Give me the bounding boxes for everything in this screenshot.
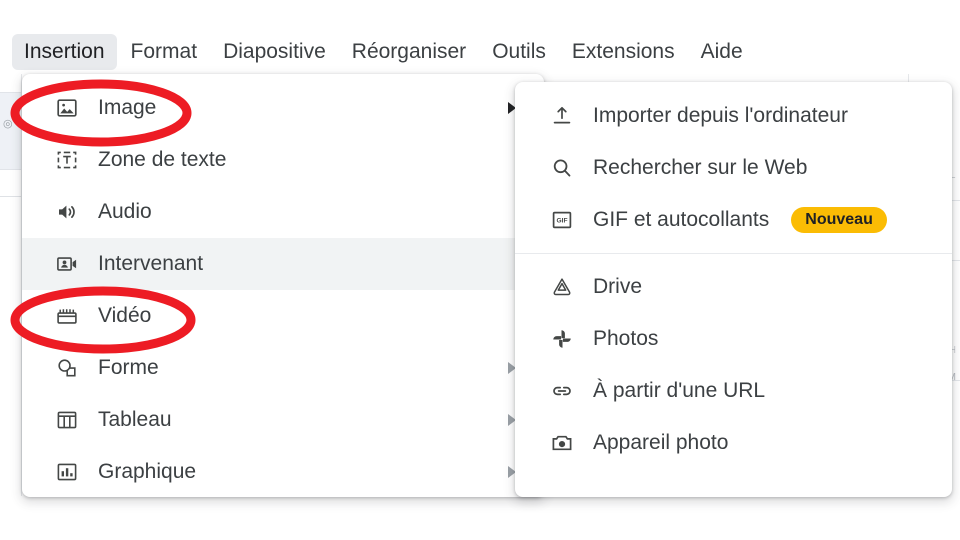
link-icon — [549, 378, 575, 404]
menubar-item-diapositive[interactable]: Diapositive — [211, 34, 338, 70]
menu-item-graphique[interactable]: Graphique — [22, 446, 544, 497]
menu-item-audio[interactable]: Audio — [22, 186, 544, 238]
menu-item-label: Tableau — [98, 408, 172, 432]
image-icon — [54, 95, 80, 121]
drive-icon — [549, 274, 575, 300]
submenu-item-label: À partir d'une URL — [593, 379, 766, 403]
submenu-item-label: GIF et autocollants — [593, 208, 770, 232]
submenu-item-a-partir-dune-url[interactable]: À partir d'une URL — [515, 365, 952, 417]
menu-item-label: Zone de texte — [98, 148, 227, 172]
submenu-item-gif-autocollants[interactable]: GIF GIF et autocollants Nouveau — [515, 194, 952, 246]
submenu-item-label: Appareil photo — [593, 431, 729, 455]
menubar-item-extensions[interactable]: Extensions — [560, 34, 687, 70]
menu-bar: Insertion Format Diapositive Réorganiser… — [0, 30, 960, 74]
submenu-item-label: Photos — [593, 327, 659, 351]
upload-icon — [549, 103, 575, 129]
video-icon — [54, 303, 80, 329]
chart-icon — [54, 459, 80, 485]
menubar-item-outils[interactable]: Outils — [480, 34, 558, 70]
speaker-video-icon — [54, 251, 80, 277]
gif-icon: GIF — [549, 207, 575, 233]
menu-item-label: Graphique — [98, 460, 197, 484]
menu-item-label: Intervenant — [98, 252, 204, 276]
menubar-item-reorganiser[interactable]: Réorganiser — [340, 34, 478, 70]
submenu-item-drive[interactable]: Drive — [515, 261, 952, 313]
menu-item-label: Vidéo — [98, 304, 152, 328]
menu-item-zone-de-texte[interactable]: Zone de texte — [22, 134, 544, 186]
submenu-item-label: Rechercher sur le Web — [593, 156, 808, 180]
menu-item-label: Audio — [98, 200, 152, 224]
status-badge-nouveau: Nouveau — [791, 206, 887, 234]
submenu-item-label: Drive — [593, 275, 643, 299]
menu-item-intervenant[interactable]: Intervenant — [22, 238, 544, 290]
submenu-item-importer-ordinateur[interactable]: Importer depuis l'ordinateur — [515, 90, 952, 142]
menu-item-tableau[interactable]: Tableau — [22, 394, 544, 446]
camera-icon — [549, 430, 575, 456]
submenu-item-label: Importer depuis l'ordinateur — [593, 104, 848, 128]
menu-item-label: Forme — [98, 356, 159, 380]
image-submenu-panel: Importer depuis l'ordinateur Rechercher … — [515, 82, 952, 497]
shape-icon — [54, 355, 80, 381]
textbox-icon — [54, 147, 80, 173]
menu-item-image[interactable]: Image — [22, 82, 544, 134]
menu-item-forme[interactable]: Forme — [22, 342, 544, 394]
menubar-item-aide[interactable]: Aide — [689, 34, 755, 70]
submenu-item-rechercher-web[interactable]: Rechercher sur le Web — [515, 142, 952, 194]
table-icon — [54, 407, 80, 433]
thumbnail-divider — [0, 196, 21, 197]
slide-thumbnail-selected[interactable] — [0, 92, 21, 170]
search-icon — [549, 155, 575, 181]
menubar-item-insertion[interactable]: Insertion — [12, 33, 117, 71]
submenu-item-appareil-photo[interactable]: Appareil photo — [515, 417, 952, 469]
submenu-divider — [515, 253, 952, 254]
insertion-menu-panel: Image Zone de texte Audio Intervenant Vi… — [22, 74, 544, 497]
menu-item-video[interactable]: Vidéo — [22, 290, 544, 342]
menu-item-label: Image — [98, 96, 157, 120]
thumbnail-badge-icon: ◎ — [3, 118, 13, 130]
menubar-item-format[interactable]: Format — [119, 34, 210, 70]
audio-icon — [54, 199, 80, 225]
svg-text:GIF: GIF — [557, 218, 568, 225]
photos-icon — [549, 326, 575, 352]
submenu-item-photos[interactable]: Photos — [515, 313, 952, 365]
